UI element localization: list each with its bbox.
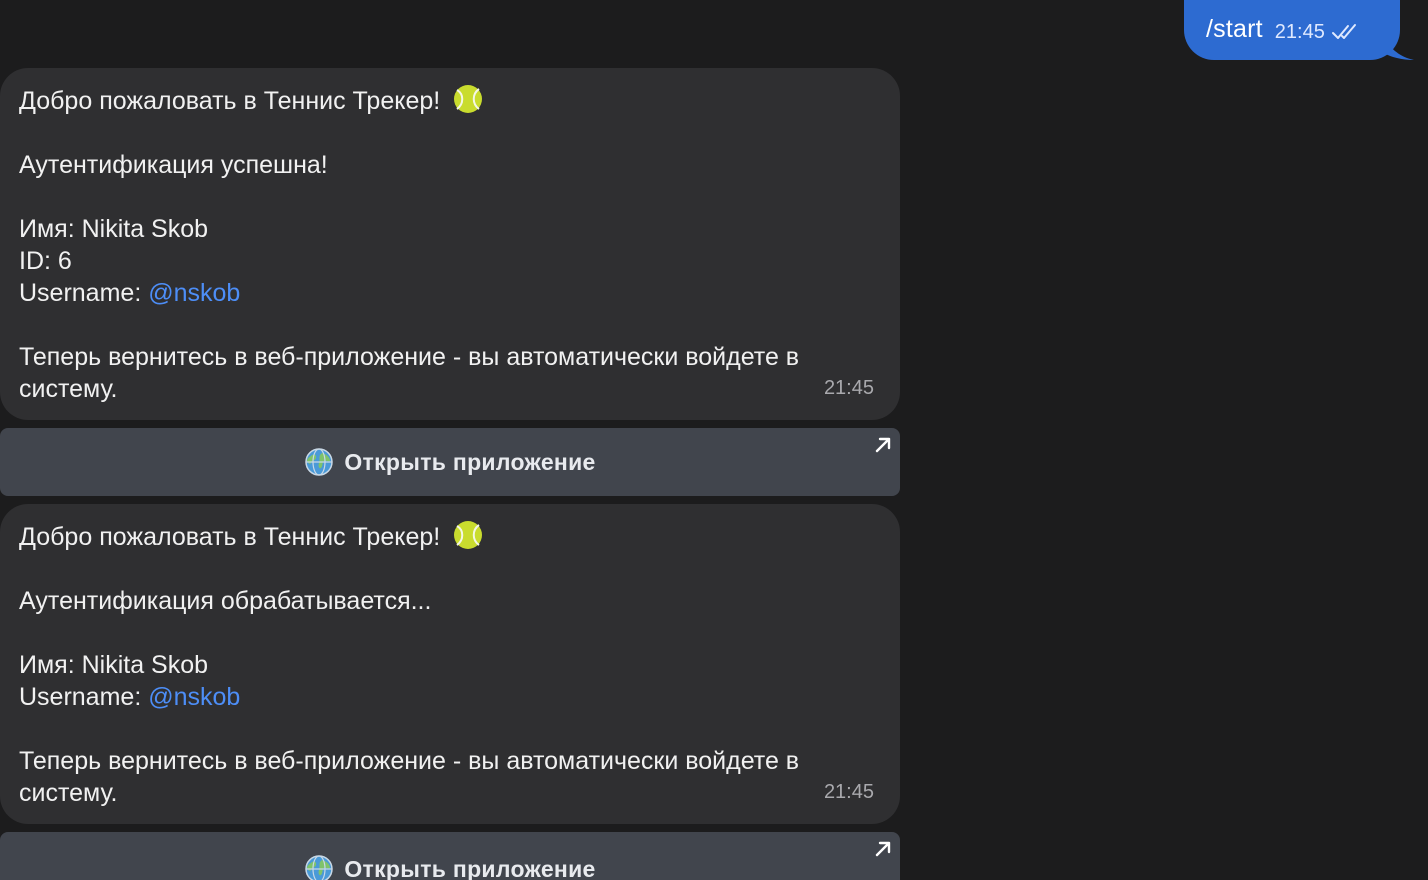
username-line: Username: @nskob: [19, 277, 876, 309]
incoming-message[interactable]: Добро пожаловать в Теннис Трекер! Аутент…: [0, 68, 900, 420]
globe-icon: [305, 855, 334, 880]
outgoing-message-meta: 21:45: [1275, 21, 1361, 44]
arrow-up-right-icon: [875, 841, 891, 857]
open-app-button[interactable]: Открыть приложение: [0, 832, 900, 880]
message-time: 21:45: [1274, 20, 1325, 43]
open-app-button-label: Открыть приложение: [344, 448, 596, 475]
username-link[interactable]: @nskob: [148, 279, 240, 307]
username-label: Username:: [19, 279, 149, 307]
user-name: Имя: Nikita Skob: [19, 651, 209, 679]
globe-icon: [305, 448, 334, 476]
message-time: 21:45: [823, 781, 874, 803]
instructions-line-2: систему.: [19, 375, 118, 403]
incoming-message[interactable]: Добро пожаловать в Теннис Трекер! Аутент…: [0, 504, 900, 824]
outgoing-message[interactable]: /start 21:45: [1184, 0, 1400, 60]
username-link[interactable]: @nskob: [148, 683, 240, 711]
instructions-line-2: систему.: [19, 779, 118, 807]
message-title-line: Добро пожаловать в Теннис Трекер!: [19, 84, 876, 117]
message-title: Добро пожаловать в Теннис Трекер!: [19, 87, 441, 115]
instructions-line-1: Теперь вернитесь в веб-приложение - вы а…: [19, 747, 800, 775]
tennis-ball-icon: [454, 521, 483, 549]
instructions-line-1: Теперь вернитесь в веб-приложение - вы а…: [19, 343, 800, 371]
auth-status: Аутентификация обрабатывается...: [19, 587, 432, 615]
message-title-line: Добро пожаловать в Теннис Трекер!: [19, 520, 876, 553]
chat-window: /start 21:45 Добро пожаловать в Теннис Т…: [0, 0, 1428, 880]
arrow-up-right-icon: [875, 437, 891, 453]
user-name: Имя: Nikita Skob: [19, 215, 209, 243]
username-line: Username: @nskob: [19, 681, 876, 713]
double-check-icon: [1331, 24, 1356, 39]
user-id: ID: 6: [19, 247, 72, 275]
message-title: Добро пожаловать в Теннис Трекер!: [19, 523, 441, 551]
tennis-ball-icon: [454, 85, 483, 113]
outgoing-message-text: /start: [1206, 14, 1263, 43]
username-label: Username:: [19, 683, 149, 711]
auth-status: Аутентификация успешна!: [19, 151, 328, 179]
message-time: 21:45: [823, 377, 874, 399]
open-app-button[interactable]: Открыть приложение: [0, 428, 900, 496]
open-app-button-label: Открыть приложение: [344, 855, 596, 880]
